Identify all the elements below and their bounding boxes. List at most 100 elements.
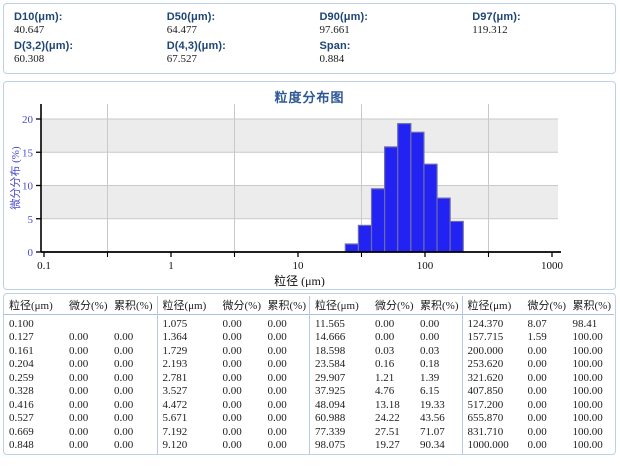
table-cell: 407.850 (463, 385, 523, 397)
table-cell: 0.00 (109, 358, 155, 370)
table-row: 11.5650.000.00 (310, 317, 462, 331)
table-cell: 0.00 (218, 331, 263, 343)
table-row: 0.5270.000.00 (4, 412, 157, 426)
table-cell: 0.00 (64, 372, 109, 384)
table-row: 18.5980.030.03 (310, 344, 462, 358)
table-cell: 0.848 (4, 439, 64, 451)
histogram-bar (358, 225, 371, 252)
table-cell: 0.00 (415, 331, 461, 343)
span-value: 0.884 (320, 53, 463, 66)
table-cell: 0.00 (523, 385, 568, 397)
table-cell: 0.00 (523, 399, 568, 411)
table-row: 0.1610.000.00 (4, 344, 157, 358)
table-cell: 98.41 (568, 318, 614, 330)
table-row: 157.7151.59100.00 (463, 331, 615, 345)
table-cell: 1.075 (158, 318, 218, 330)
table-cell: 0.00 (109, 412, 155, 424)
table-row: 831.7100.00100.00 (463, 425, 615, 439)
table-row: 7.1920.000.00 (158, 425, 310, 439)
table-row: 4.4720.000.00 (158, 398, 310, 412)
table-header-cell: 累积(%) (568, 297, 614, 313)
table-cell: 0.161 (4, 345, 64, 357)
table-cell: 0.00 (218, 426, 263, 438)
d10-cell: D10(μm): 40.647 (4, 11, 157, 40)
table-header-cell: 累积(%) (263, 297, 309, 313)
table-row: 124.3708.0798.41 (463, 317, 615, 331)
histogram-bar (437, 198, 450, 252)
table-cell: 0.00 (523, 412, 568, 424)
d97-value: 119.312 (472, 24, 615, 37)
d32-cell: D(3,2)(μm): 60.308 (4, 40, 157, 69)
table-cell: 27.51 (370, 426, 415, 438)
table-row: 0.4160.000.00 (4, 398, 157, 412)
table-cell: 100.00 (568, 345, 614, 357)
table-cell: 23.584 (310, 358, 370, 370)
table-cell: 2.781 (158, 372, 218, 384)
table-row: 1.3640.000.00 (158, 331, 310, 345)
table-cell: 655.870 (463, 412, 523, 424)
table-cell: 1000.000 (463, 439, 523, 451)
table-cell: 0.00 (218, 318, 263, 330)
table-cell: 0.00 (64, 358, 109, 370)
table-row: 0.8480.000.00 (4, 439, 157, 453)
table-cell: 48.094 (310, 399, 370, 411)
table-cell: 11.565 (310, 318, 370, 330)
y-tick-label: 5 (28, 214, 34, 226)
table-cell: 0.00 (263, 372, 309, 384)
table-cell: 0.00 (109, 399, 155, 411)
table-row: 60.98824.2243.56 (310, 412, 462, 426)
table-cell: 157.715 (463, 331, 523, 343)
x-tick-label: 1000 (541, 260, 564, 272)
table-cell: 0.00 (109, 331, 155, 343)
table-cell: 1.364 (158, 331, 218, 343)
table-group: 粒径(μm)微分(%)累积(%)124.3708.0798.41157.7151… (462, 296, 615, 454)
table-cell: 7.192 (158, 426, 218, 438)
x-tick-label: 100 (417, 260, 434, 272)
table-cell: 1.729 (158, 345, 218, 357)
table-row: 1000.0000.00100.00 (463, 439, 615, 453)
table-cell: 0.00 (64, 399, 109, 411)
d97-label: D97(μm): (472, 11, 615, 24)
table-cell: 0.03 (370, 345, 415, 357)
d50-cell: D50(μm): 64.477 (157, 11, 310, 40)
d32-label: D(3,2)(μm): (14, 40, 157, 53)
table-row: 98.07519.2790.34 (310, 439, 462, 453)
particle-size-histogram: 051015200.11101001000粒径 (μm)微分分布 (%) (4, 97, 615, 287)
table-cell: 0.527 (4, 412, 64, 424)
table-row: 0.100 (4, 317, 157, 331)
table-row: 0.1270.000.00 (4, 331, 157, 345)
table-cell: 90.34 (415, 439, 461, 451)
table-header-cell: 累积(%) (415, 297, 461, 313)
d32-value: 60.308 (14, 53, 157, 66)
table-cell: 100.00 (568, 426, 614, 438)
table-header-row: 粒径(μm)微分(%)累积(%) (463, 296, 615, 315)
table-cell: 43.56 (415, 412, 461, 424)
table-cell: 0.00 (263, 426, 309, 438)
x-tick-label: 1 (168, 260, 174, 272)
table-cell: 0.416 (4, 399, 64, 411)
histogram-bar (345, 244, 358, 252)
table-row: 517.2000.00100.00 (463, 398, 615, 412)
table-cell: 8.07 (523, 318, 568, 330)
chart-panel: 粒度分布图 051015200.11101001000粒径 (μm)微分分布 (… (3, 81, 616, 290)
table-row: 200.0000.00100.00 (463, 344, 615, 358)
table-cell: 9.120 (158, 439, 218, 451)
table-cell: 5.671 (158, 412, 218, 424)
table-cell: 0.00 (370, 318, 415, 330)
table-cell: 0.00 (218, 372, 263, 384)
empty-cell (462, 40, 615, 69)
histogram-bar (385, 147, 398, 252)
table-group: 粒径(μm)微分(%)累积(%)1.0750.000.001.3640.000.… (157, 296, 310, 454)
table-row: 2.7810.000.00 (158, 371, 310, 385)
histogram-bar (450, 221, 463, 252)
d90-value: 97.661 (320, 24, 463, 37)
table-panel: 粒径(μm)微分(%)累积(%)0.1000.1270.000.000.1610… (3, 293, 616, 455)
d50-value: 64.477 (167, 24, 310, 37)
d90-label: D90(μm): (320, 11, 463, 24)
d90-cell: D90(μm): 97.661 (310, 11, 463, 40)
plot-band (41, 119, 558, 152)
histogram-bar (411, 132, 424, 252)
table-row: 14.6660.000.00 (310, 331, 462, 345)
table-cell: 77.339 (310, 426, 370, 438)
table-cell: 2.193 (158, 358, 218, 370)
